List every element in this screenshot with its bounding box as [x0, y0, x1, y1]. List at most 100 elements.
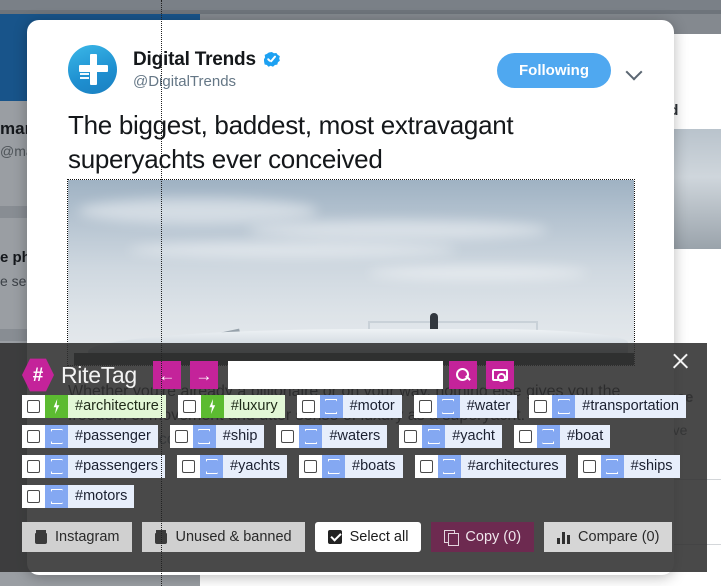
hashtag-row: #motors — [22, 485, 692, 508]
hashtag-label: #motor — [342, 395, 402, 418]
bar-chart-icon — [557, 531, 571, 544]
verified-badge-icon — [263, 52, 280, 67]
hashtag-chip[interactable]: #ship — [169, 425, 265, 448]
hourglass-icon — [322, 455, 346, 478]
hashtag-chip[interactable]: #luxury — [177, 395, 285, 418]
hashtag-label: #architectures — [460, 455, 566, 478]
hashtag-label: #yacht — [445, 425, 502, 448]
unused-banned-label: Unused & banned — [175, 529, 292, 545]
hashtag-label: #luxury — [223, 395, 285, 418]
hashtag-checkbox[interactable] — [299, 455, 323, 478]
hashtag-chip[interactable]: #ships — [577, 455, 680, 478]
hashtag-checkbox[interactable] — [399, 425, 423, 448]
compare-label: Compare (0) — [578, 529, 660, 545]
tweet-media-image[interactable] — [67, 179, 635, 366]
tweet-handle: @DigitalTrends — [133, 73, 237, 90]
hashtag-label: #motors — [68, 485, 135, 508]
arrow-right-icon[interactable]: → — [189, 361, 218, 389]
hashtag-chip[interactable]: #water — [413, 395, 518, 418]
hashtag-label: #waters — [322, 425, 388, 448]
hourglass-icon — [192, 425, 216, 448]
hashtag-chip[interactable]: #transportation — [529, 395, 686, 418]
hash-hexagon-icon: # — [22, 358, 54, 392]
following-button[interactable]: Following — [497, 53, 611, 88]
lightning-bolt-icon — [45, 395, 68, 418]
tweet-author-names: Digital Trends @DigitalTrends — [133, 49, 280, 90]
screen: mar @mar e pho e selfie eived r conce ls… — [0, 0, 721, 586]
hashtag-row: #architecture #luxury #motor #water #tra… — [22, 395, 692, 418]
hashtag-checkbox[interactable] — [22, 395, 45, 418]
arrow-left-icon[interactable]: ← — [152, 361, 181, 389]
hourglass-icon — [536, 425, 560, 448]
hashtag-checkbox[interactable] — [296, 395, 320, 418]
follow-controls: Following — [497, 53, 649, 88]
hashtag-suggestions-list: #architecture #luxury #motor #water #tra… — [22, 395, 692, 515]
hashtag-label: #ship — [215, 425, 265, 448]
hashtag-chip[interactable]: #passengers — [22, 455, 166, 478]
tweet-headline: The biggest, baddest, most extravagant s… — [68, 110, 514, 174]
hashtag-label: #boats — [345, 455, 403, 478]
hashtag-row: #passengers #yachts #boats #architecture… — [22, 455, 692, 478]
lightning-bolt-icon — [200, 395, 224, 418]
hashtag-label: #boat — [559, 425, 611, 448]
search-input[interactable] — [227, 361, 443, 389]
instagram-filter-label: Instagram — [55, 529, 120, 545]
hashtag-row: #passenger #ship #waters #yacht #boat — [22, 425, 692, 448]
camera-icon[interactable] — [485, 361, 514, 389]
select-all-label: Select all — [349, 529, 409, 545]
hashtag-chip[interactable]: #passenger — [22, 425, 158, 448]
tweet-author-block[interactable]: Digital Trends @DigitalTrends — [68, 45, 280, 94]
close-icon[interactable] — [665, 346, 695, 376]
trash-icon — [35, 530, 47, 544]
hashtag-chip[interactable]: #boats — [299, 455, 403, 478]
hourglass-icon — [45, 485, 68, 508]
hashtag-chip[interactable]: #yachts — [177, 455, 288, 478]
ritetag-action-bar: Instagram Unused & banned Select all Cop… — [22, 522, 682, 552]
search-icon[interactable] — [448, 361, 477, 389]
hourglass-icon — [436, 395, 460, 418]
hashtag-label: #transportation — [575, 395, 686, 418]
hashtag-label: #architecture — [68, 395, 166, 418]
hashtag-checkbox[interactable] — [177, 455, 201, 478]
ritetag-panel: # RiteTag ← → #architecture #luxury #mot… — [0, 343, 707, 572]
panel-left-guide — [161, 0, 162, 586]
hashtag-checkbox[interactable] — [22, 455, 45, 478]
ritetag-brand-label: RiteTag — [61, 361, 137, 388]
chevron-down-icon[interactable] — [623, 58, 649, 84]
hourglass-icon — [299, 425, 323, 448]
browser-chrome-bar — [0, 0, 721, 10]
copy-label: Copy (0) — [465, 529, 522, 545]
hashtag-checkbox[interactable] — [22, 485, 45, 508]
hashtag-chip[interactable]: #architecture — [22, 395, 166, 418]
copy-icon — [444, 530, 460, 546]
hashtag-checkbox[interactable] — [577, 455, 601, 478]
hourglass-icon — [600, 455, 624, 478]
hashtag-checkbox[interactable] — [413, 395, 437, 418]
hashtag-checkbox[interactable] — [276, 425, 300, 448]
hashtag-chip[interactable]: #waters — [276, 425, 388, 448]
hashtag-checkbox[interactable] — [529, 395, 553, 418]
tweet-display-name-row: Digital Trends — [133, 49, 280, 71]
tweet-display-name: Digital Trends — [133, 49, 256, 70]
select-all-button[interactable]: Select all — [314, 522, 422, 552]
unused-banned-button[interactable]: Unused & banned — [142, 522, 305, 552]
instagram-filter-button[interactable]: Instagram — [22, 522, 133, 552]
compare-button[interactable]: Compare (0) — [544, 522, 673, 552]
ritetag-toolbar: # RiteTag ← → — [22, 358, 514, 392]
hashtag-chip[interactable]: #motors — [22, 485, 135, 508]
hashtag-chip[interactable]: #yacht — [399, 425, 502, 448]
hashtag-label: #passengers — [68, 455, 166, 478]
hourglass-icon — [200, 455, 224, 478]
hashtag-checkbox[interactable] — [22, 425, 45, 448]
hashtag-chip[interactable]: #architectures — [414, 455, 566, 478]
ritetag-logo[interactable]: # RiteTag — [22, 358, 137, 392]
hourglass-icon — [437, 455, 461, 478]
digital-trends-plus-logo-icon[interactable] — [68, 45, 117, 94]
hashtag-chip[interactable]: #motor — [296, 395, 402, 418]
hashtag-checkbox[interactable] — [177, 395, 201, 418]
hashtag-checkbox[interactable] — [169, 425, 193, 448]
copy-button[interactable]: Copy (0) — [431, 522, 535, 552]
hashtag-chip[interactable]: #boat — [513, 425, 611, 448]
hashtag-checkbox[interactable] — [414, 455, 438, 478]
hashtag-checkbox[interactable] — [513, 425, 537, 448]
